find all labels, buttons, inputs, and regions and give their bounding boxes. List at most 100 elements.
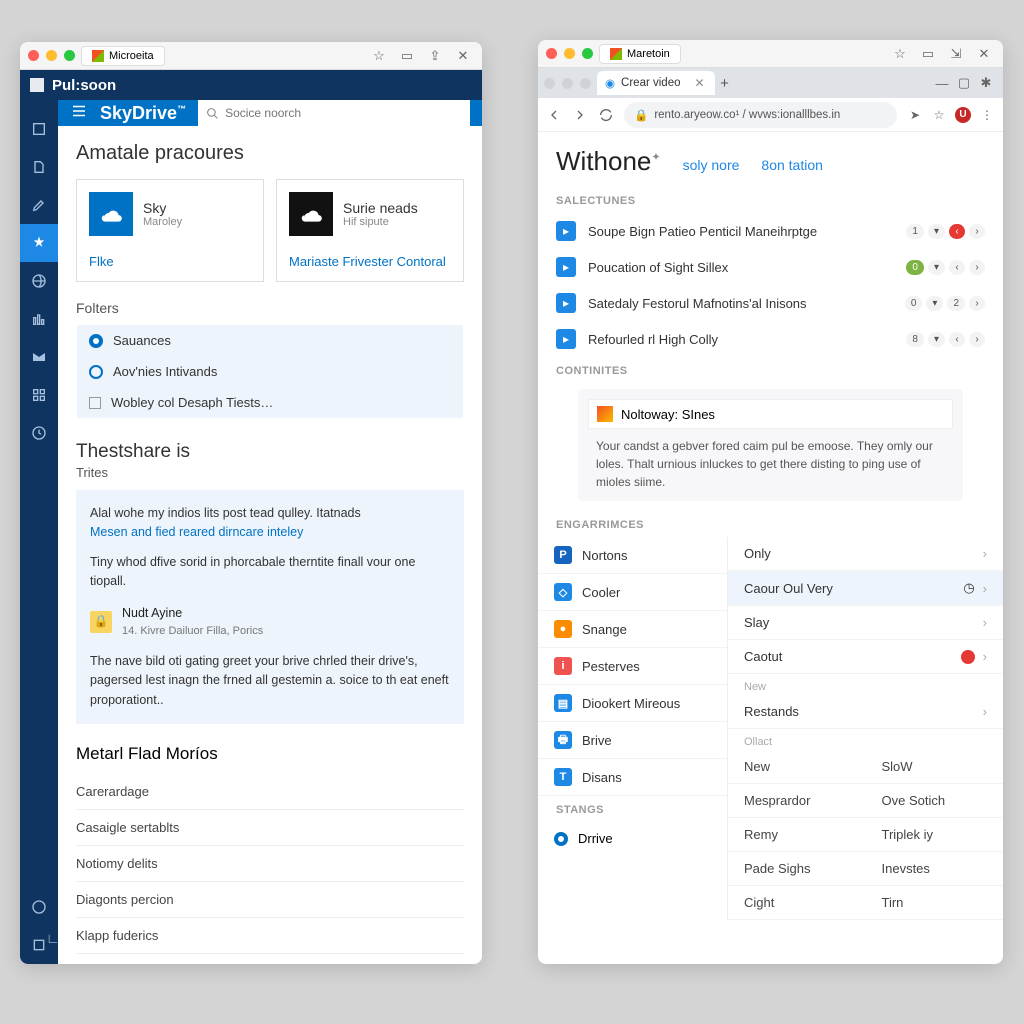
forward-icon[interactable] (572, 107, 588, 123)
app-tab[interactable]: Maretoin (599, 44, 681, 64)
option-row[interactable]: Slay› (728, 606, 1003, 640)
eng-row[interactable]: 🖶Brive (538, 722, 727, 759)
pill[interactable]: › (969, 296, 985, 311)
pill[interactable]: › (969, 224, 985, 239)
close-dot[interactable] (546, 48, 557, 59)
pill[interactable]: ▾ (928, 224, 945, 239)
list-item[interactable]: Klapp fuderics (76, 918, 464, 954)
salectune-row[interactable]: ▸Soupe Bign Patieo Penticil Maneihrptge1… (538, 213, 1003, 249)
star-icon[interactable]: ☆ (889, 45, 911, 63)
rail-chart[interactable] (20, 300, 58, 338)
pill[interactable]: 0 (905, 296, 923, 311)
eng-row[interactable]: iPesterves (538, 648, 727, 685)
eng-row[interactable]: TDisans (538, 759, 727, 796)
note-header[interactable]: Noltoway: SInes (588, 399, 953, 429)
more-icon[interactable]: ⋮ (979, 107, 995, 123)
minimize-icon[interactable]: — (931, 74, 953, 92)
rail-globe[interactable] (20, 262, 58, 300)
close-dot[interactable] (28, 50, 39, 61)
option-row[interactable]: Caour Oul Very◷› (728, 571, 1003, 606)
rail-home[interactable] (20, 110, 58, 148)
folder-item[interactable]: Wobley col Desaph Tiests… (77, 387, 463, 418)
pill[interactable]: ‹ (949, 224, 965, 239)
rail-active[interactable] (20, 224, 58, 262)
pill[interactable]: ▾ (928, 260, 945, 275)
card-link[interactable]: Mesen and fied reared dirncare inteley (90, 525, 303, 539)
grid-cell[interactable]: New (728, 750, 866, 784)
hero-link[interactable]: soly nore (683, 157, 740, 173)
avatar-badge[interactable]: U (955, 107, 971, 123)
grid-cell[interactable]: SloW (866, 750, 1004, 784)
close-icon[interactable]: ✕ (452, 47, 474, 65)
share-icon[interactable]: ⇪ (424, 47, 446, 65)
grid-cell[interactable]: Remy (728, 818, 866, 852)
ext-icon[interactable]: ✱ (975, 74, 997, 92)
address-field[interactable]: 🔒rento.aryeow.co¹ / wvws:ionalllbes.in (624, 102, 897, 128)
grid-cell[interactable]: Tirn (866, 886, 1004, 920)
rail-files[interactable] (20, 148, 58, 186)
tile-sky[interactable]: SkyMaroley Flke (76, 179, 264, 282)
rail-edit[interactable] (20, 186, 58, 224)
new-tab-button[interactable]: + (715, 75, 735, 92)
pill[interactable]: › (969, 260, 985, 275)
option-row[interactable]: Caotut› (728, 640, 1003, 674)
grid-cell[interactable]: Ove Sotich (866, 784, 1004, 818)
grid-cell[interactable]: Triplek iy (866, 818, 1004, 852)
grid-cell[interactable]: Inevstes (866, 852, 1004, 886)
folder-item[interactable]: Aov'nies Intivands (77, 356, 463, 387)
menu-icon[interactable] (70, 102, 88, 125)
eng-row[interactable]: ◇Cooler (538, 574, 727, 611)
rail-help[interactable] (20, 888, 58, 926)
pill[interactable]: 2 (947, 296, 965, 311)
send-icon[interactable]: ➤ (907, 107, 923, 123)
grid-cell[interactable]: Cight (728, 886, 866, 920)
hero-link[interactable]: 8on tation (761, 157, 823, 173)
tray-icon[interactable]: ⇲ (945, 45, 967, 63)
pill[interactable]: ▾ (926, 296, 943, 311)
panel-icon[interactable]: ▭ (917, 45, 939, 63)
back-icon[interactable] (546, 107, 562, 123)
salectune-row[interactable]: ▸Poucation of Sight Sillex0▾‹› (538, 249, 1003, 285)
search-input[interactable] (225, 106, 462, 120)
rail-clock[interactable] (20, 414, 58, 452)
grid-cell[interactable]: Mesprardor (728, 784, 866, 818)
eng-row[interactable]: PNortons (538, 537, 727, 574)
grid-cell[interactable]: Pade Sighs (728, 852, 866, 886)
salectune-row[interactable]: ▸Satedaly Festorul Mafnotins'al Inisons0… (538, 285, 1003, 321)
bookmark-icon[interactable]: ☆ (931, 107, 947, 123)
tab-close-icon[interactable]: ✕ (695, 76, 705, 90)
pill[interactable]: 8 (906, 332, 924, 347)
pill[interactable]: ▾ (928, 332, 945, 347)
rail-mail[interactable] (20, 338, 58, 376)
pill[interactable]: 1 (906, 224, 924, 239)
eng-row[interactable]: ▤Diookert Mireous (538, 685, 727, 722)
tile-surie[interactable]: Surie neadsHif sipute Mariaste Frivester… (276, 179, 464, 282)
list-item[interactable]: Notiomy delits (76, 846, 464, 882)
min-dot[interactable] (564, 48, 575, 59)
option-row[interactable]: Only› (728, 537, 1003, 571)
panel-icon[interactable]: ▭ (396, 47, 418, 65)
drive-row[interactable]: Drrive (538, 822, 727, 855)
tile-link[interactable]: Flke (89, 254, 251, 269)
close-icon[interactable]: ✕ (973, 45, 995, 63)
reload-icon[interactable] (598, 107, 614, 123)
browser-tab[interactable]: Microeita (81, 46, 165, 66)
tile-link[interactable]: Mariaste Frivester Contoral (289, 254, 451, 269)
option-row[interactable]: Restands› (728, 695, 1003, 729)
browser-tab[interactable]: ◉Crear video✕ (597, 71, 715, 95)
pill[interactable]: 0 (906, 260, 924, 275)
folder-item[interactable]: Sauances (77, 325, 463, 356)
max-dot[interactable] (582, 48, 593, 59)
salectune-row[interactable]: ▸Refourled rl High Colly8▾‹› (538, 321, 1003, 357)
list-item[interactable]: Diagonts percion (76, 882, 464, 918)
restore-icon[interactable]: ▢ (953, 74, 975, 92)
max-dot[interactable] (64, 50, 75, 61)
pill[interactable]: ‹ (949, 260, 965, 275)
pill[interactable]: › (969, 332, 985, 347)
list-item[interactable]: Carerardage (76, 774, 464, 810)
star-icon[interactable]: ☆ (368, 47, 390, 65)
min-dot[interactable] (46, 50, 57, 61)
pill[interactable]: ‹ (949, 332, 965, 347)
rail-grid[interactable] (20, 376, 58, 414)
corner-icon[interactable]: ∟ (46, 930, 60, 946)
